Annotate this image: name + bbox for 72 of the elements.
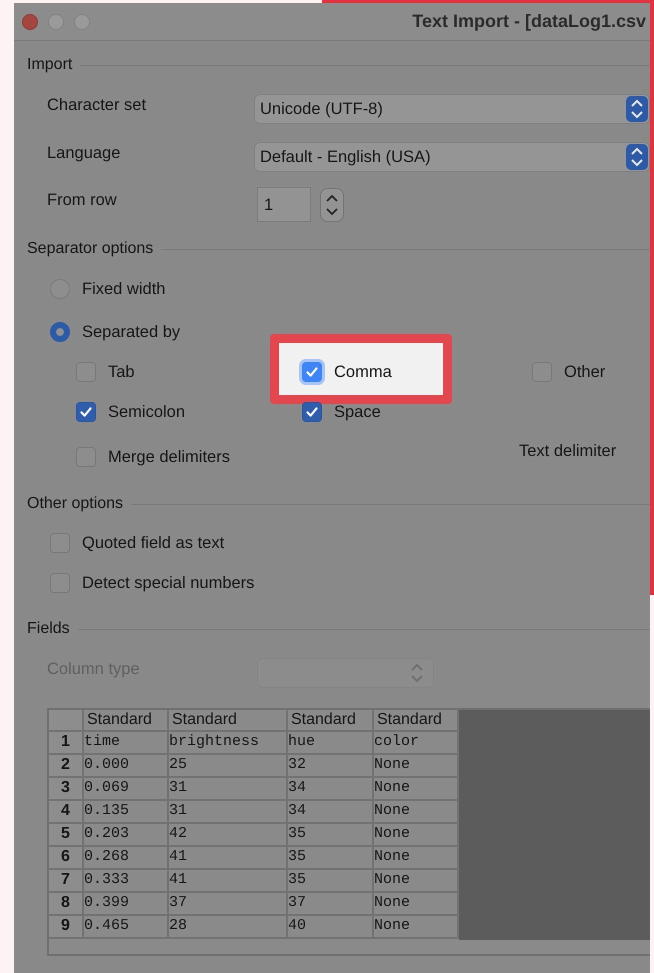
table-cell: 41: [169, 870, 288, 893]
row-number: 8: [49, 893, 84, 916]
section-heading: Fields: [27, 620, 70, 638]
table-cell: 34: [288, 801, 374, 824]
minimize-button[interactable]: [48, 14, 64, 30]
table-cell: 0.069: [84, 778, 169, 801]
field-label: Language: [47, 144, 122, 162]
checkbox[interactable]: [76, 402, 96, 422]
dropdown[interactable]: Default - English (USA): [254, 142, 650, 172]
row-number: 7: [49, 870, 84, 893]
option-label: Tab: [108, 362, 135, 382]
checkbox[interactable]: [302, 362, 322, 382]
section-heading: Separator options: [27, 240, 154, 258]
table-cell: 42: [169, 824, 288, 847]
table-cell: 35: [288, 847, 374, 870]
option-label: Semicolon: [108, 402, 186, 422]
option-label: Quoted field as text: [82, 534, 224, 552]
table-cell: 28: [169, 916, 288, 939]
table-cell: 0.000: [84, 755, 169, 778]
chevron-stepper-icon: [409, 662, 425, 684]
table-cell: 37: [169, 893, 288, 916]
table-cell: 0.333: [84, 870, 169, 893]
option-label: Comma: [334, 362, 392, 382]
section-heading: Import: [27, 56, 72, 74]
option-label: Other: [564, 362, 606, 382]
table-cell: time: [84, 732, 169, 755]
number-field[interactable]: 1: [257, 187, 311, 222]
row-number: 5: [49, 824, 84, 847]
zoom-button[interactable]: [74, 14, 90, 30]
table-cell: brightness: [169, 732, 288, 755]
column-header[interactable]: Standard: [288, 710, 374, 732]
row-number: 1: [49, 732, 84, 755]
table-cell: 31: [169, 778, 288, 801]
option-label: Space: [334, 402, 381, 422]
table-cell: 0.135: [84, 801, 169, 824]
chevron-stepper-icon: [626, 144, 648, 170]
table-cell: hue: [288, 732, 374, 755]
table-cell: 32: [288, 755, 374, 778]
column-header[interactable]: Standard: [84, 710, 169, 732]
chevron-stepper-icon: [626, 96, 648, 122]
stepper-icon[interactable]: [320, 188, 344, 222]
table-cell: 34: [288, 778, 374, 801]
radio-button[interactable]: [50, 322, 70, 342]
checkbox[interactable]: [302, 402, 322, 422]
option-label: Separated by: [82, 322, 180, 342]
table-cell: 25: [169, 755, 288, 778]
row-number: 9: [49, 916, 84, 939]
close-button[interactable]: [22, 14, 38, 30]
table-cell: 31: [169, 801, 288, 824]
row-number: 2: [49, 755, 84, 778]
field-label: Text delimiter: [519, 442, 616, 460]
row-number: 3: [49, 778, 84, 801]
table-cell: 37: [288, 893, 374, 916]
table-cell: 0.268: [84, 847, 169, 870]
table-cell: 0.203: [84, 824, 169, 847]
dropdown[interactable]: Unicode (UTF-8): [254, 94, 650, 124]
option-label: Merge delimiters: [108, 448, 230, 466]
table-cell: 0.465: [84, 916, 169, 939]
table-cell: 35: [288, 824, 374, 847]
column-header[interactable]: Standard: [169, 710, 288, 732]
option-label: Fixed width: [82, 280, 166, 298]
table-cell: 0.399: [84, 893, 169, 916]
row-number: 4: [49, 801, 84, 824]
option-label: Detect special numbers: [82, 574, 254, 592]
window-title: Text Import - [dataLog1.csv: [412, 11, 646, 32]
table-cell: 41: [169, 847, 288, 870]
table-cell: 40: [288, 916, 374, 939]
field-label: Character set: [47, 96, 148, 114]
section-heading: Other options: [27, 495, 124, 513]
field-label: From row: [47, 191, 118, 210]
row-number: 6: [49, 847, 84, 870]
table-cell: 35: [288, 870, 374, 893]
